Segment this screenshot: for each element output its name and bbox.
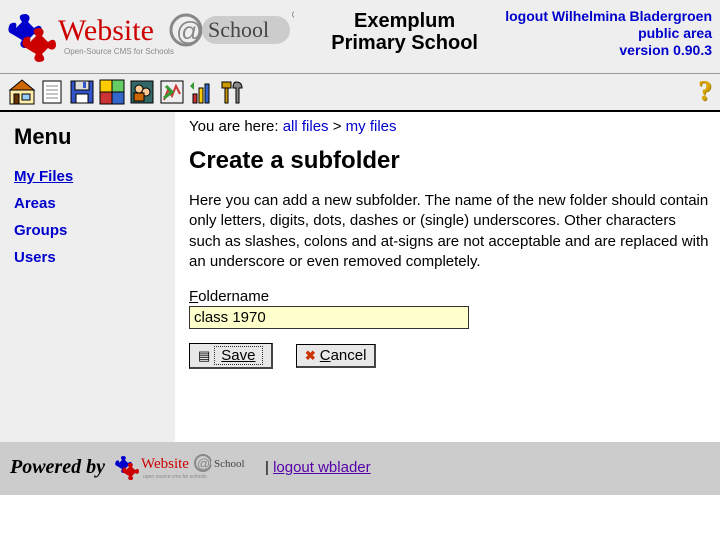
breadcrumb-prefix: You are here:: [189, 118, 283, 135]
svg-text:@: @: [176, 16, 202, 46]
cancel-button[interactable]: ✖ Cancel: [296, 344, 377, 368]
close-icon: ✖: [305, 348, 316, 364]
svg-text:Open-Source CMS for Schools: Open-Source CMS for Schools: [64, 47, 174, 56]
svg-text:School: School: [208, 17, 269, 42]
sidebar-title: Menu: [14, 124, 163, 150]
status-links: logout Wilhelmina Bladergroen public are…: [505, 4, 712, 58]
save-icon[interactable]: [68, 78, 96, 106]
sidebar: Menu My Files Areas Groups Users: [0, 112, 175, 442]
school-name-line1: Exemplum: [304, 10, 505, 32]
public-area-link[interactable]: public area: [638, 25, 712, 41]
page-title: Create a subfolder: [189, 147, 710, 175]
help-icon[interactable]: ?: [698, 76, 712, 108]
accounts-icon[interactable]: [128, 78, 156, 106]
foldername-label: Foldername: [189, 288, 710, 305]
home-icon[interactable]: [8, 78, 36, 106]
school-name-line2: Primary School: [304, 32, 505, 54]
svg-text:@: @: [197, 456, 210, 471]
product-logo: Website @ School ® Open-Source CMS for S…: [4, 4, 304, 69]
cancel-button-label: Cancel: [320, 347, 367, 364]
toolbar: ?: [0, 73, 720, 112]
logout-link[interactable]: logout Wilhelmina Bladergroen: [505, 8, 712, 24]
config-icon[interactable]: [158, 78, 186, 106]
sidebar-item-areas[interactable]: Areas: [14, 195, 163, 212]
page-icon[interactable]: [38, 78, 66, 106]
tools-icon[interactable]: [218, 78, 246, 106]
save-button[interactable]: ▤ Save: [189, 343, 273, 369]
svg-text:open source cms for schools: open source cms for schools: [143, 474, 207, 480]
sidebar-item-users[interactable]: Users: [14, 249, 163, 266]
foldername-input[interactable]: [189, 306, 469, 329]
main-content: You are here: all files > my files Creat…: [175, 112, 720, 442]
version-label: version 0.90.3: [619, 42, 712, 58]
footer: Powered by Website @ School open source …: [0, 442, 720, 495]
modules-icon[interactable]: [98, 78, 126, 106]
sidebar-item-groups[interactable]: Groups: [14, 222, 163, 239]
svg-text:®: ®: [292, 10, 294, 21]
footer-logout-link[interactable]: logout wblader: [273, 459, 371, 476]
document-icon: ▤: [198, 348, 210, 364]
header: Website @ School ® Open-Source CMS for S…: [0, 0, 720, 73]
svg-text:Website: Website: [58, 14, 154, 47]
school-title: Exemplum Primary School: [304, 4, 505, 54]
page-description: Here you can add a new subfolder. The na…: [189, 191, 710, 272]
footer-sep: | logout wblader: [265, 459, 371, 476]
breadcrumb-all-files[interactable]: all files: [283, 118, 329, 135]
breadcrumb-my-files[interactable]: my files: [346, 118, 397, 135]
save-button-label: Save: [214, 346, 262, 365]
footer-logo: Website @ School open source cms for sch…: [113, 450, 253, 485]
sidebar-item-myfiles[interactable]: My Files: [14, 168, 163, 185]
svg-text:School: School: [214, 458, 245, 470]
svg-text:Website: Website: [141, 456, 189, 472]
powered-by-label: Powered by: [10, 456, 105, 479]
stats-icon[interactable]: [188, 78, 216, 106]
breadcrumb-sep: >: [329, 118, 346, 135]
breadcrumb: You are here: all files > my files: [189, 118, 710, 135]
